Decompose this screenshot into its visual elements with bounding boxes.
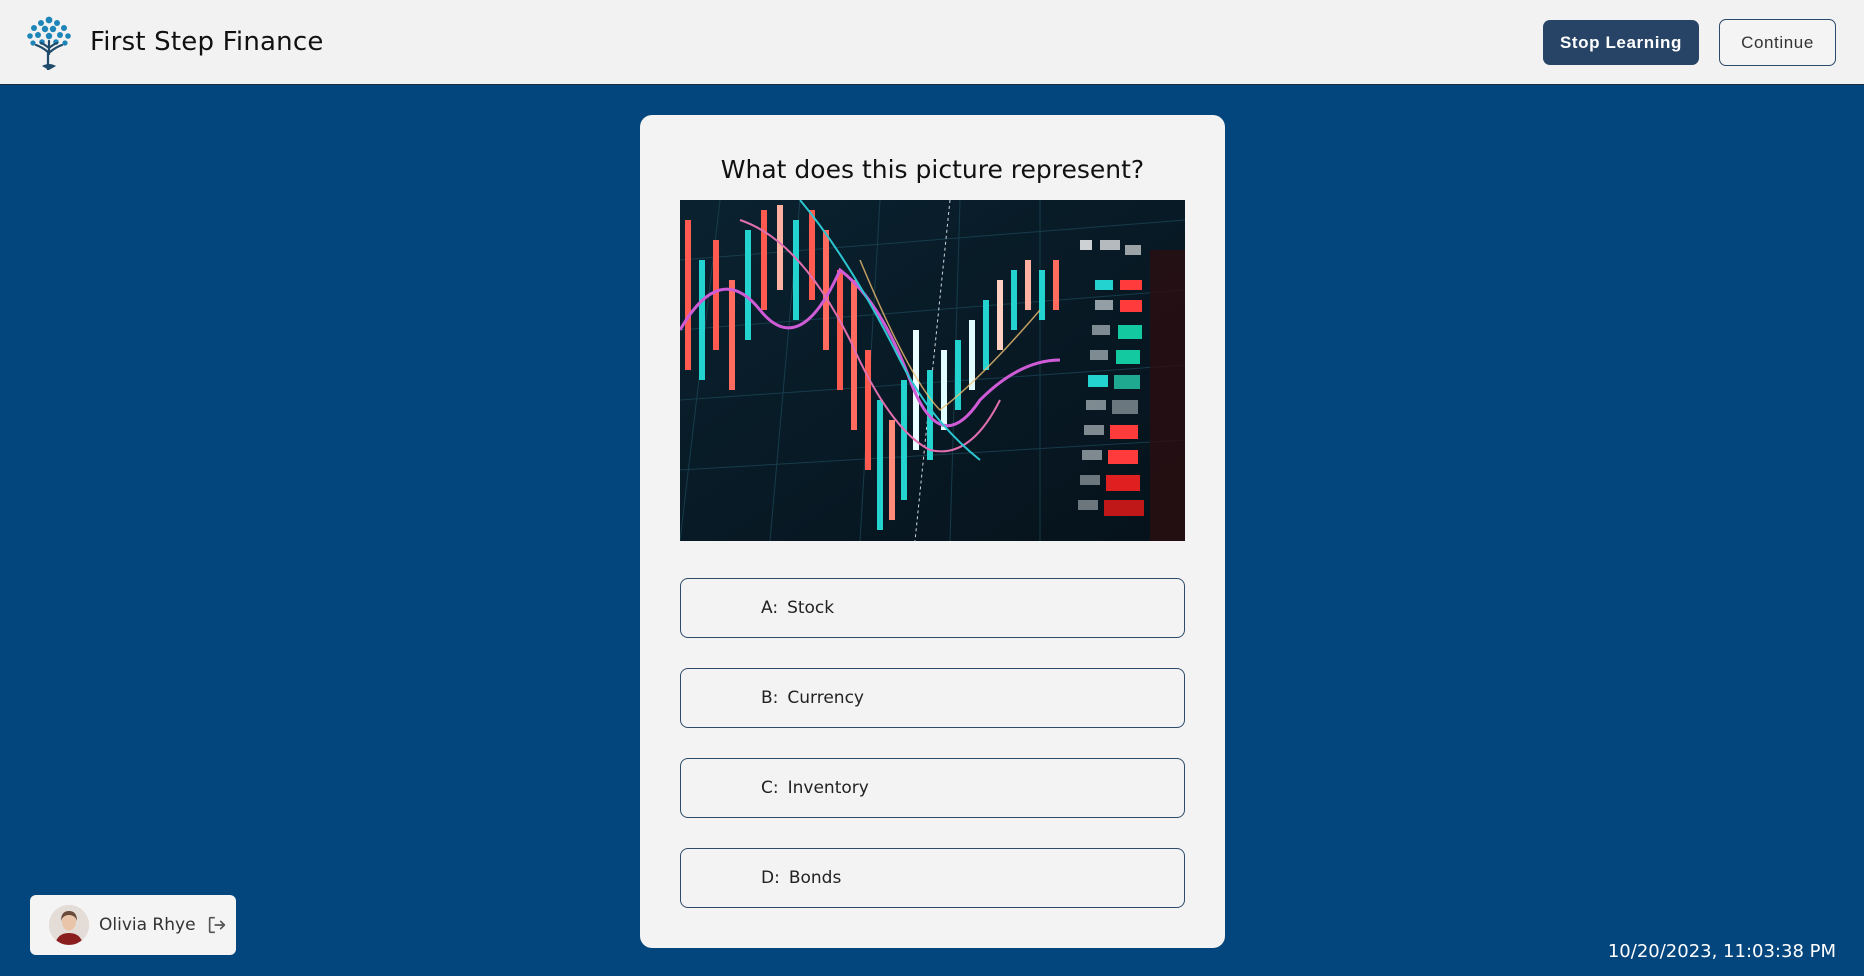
timestamp: 10/20/2023, 11:03:38 PM xyxy=(1607,941,1836,962)
option-text: Stock xyxy=(787,598,835,618)
user-name: Olivia Rhye xyxy=(99,915,196,935)
option-letter: A: xyxy=(761,598,779,618)
stock-chart-photo xyxy=(680,200,1185,541)
answer-option-a[interactable]: A: Stock xyxy=(680,578,1185,638)
answer-option-b[interactable]: B: Currency xyxy=(680,668,1185,728)
app-name: First Step Finance xyxy=(90,27,324,57)
question-text: What does this picture represent? xyxy=(720,155,1145,184)
option-text: Currency xyxy=(787,688,864,708)
option-text: Inventory xyxy=(787,778,869,798)
top-navbar: First Step Finance Stop Learning Continu… xyxy=(0,0,1864,85)
user-profile-chip[interactable]: Olivia Rhye xyxy=(30,895,236,955)
candlestick-illustration xyxy=(680,200,1185,541)
option-letter: B: xyxy=(761,688,779,708)
option-letter: C: xyxy=(761,778,779,798)
answer-option-c[interactable]: C: Inventory xyxy=(680,758,1185,818)
brand[interactable]: First Step Finance xyxy=(24,14,324,70)
option-text: Bonds xyxy=(788,868,842,888)
stop-learning-button[interactable]: Stop Learning xyxy=(1543,20,1699,65)
option-letter: D: xyxy=(761,868,780,888)
continue-button[interactable]: Continue xyxy=(1719,19,1836,66)
logout-icon[interactable] xyxy=(206,914,228,936)
quiz-card: What does this picture represent? A: Sto… xyxy=(640,115,1225,948)
answer-option-d[interactable]: D: Bonds xyxy=(680,848,1185,908)
tree-icon xyxy=(27,16,71,70)
avatar xyxy=(49,905,89,945)
